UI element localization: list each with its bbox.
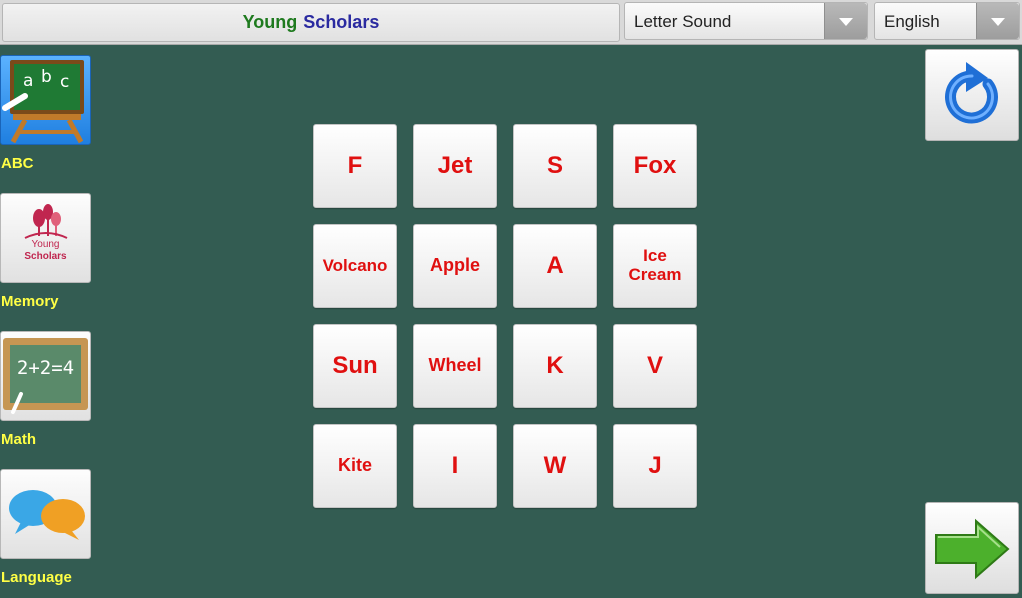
letter-tile[interactable]: I (413, 424, 497, 508)
letter-tile[interactable]: Jet (413, 124, 497, 208)
sidebar-item-label: ABC (1, 155, 34, 172)
top-bar: Young Scholars Letter Sound English (0, 0, 1022, 45)
chalkboard-abc-icon: a b c (2, 60, 84, 144)
logo-text-scholars: Scholars (24, 251, 67, 262)
sidebar-item-label: Language (1, 569, 72, 586)
sidebar-item-label: Math (1, 431, 36, 448)
language-select-value: English (884, 12, 940, 31)
mode-select-value: Letter Sound (634, 12, 732, 31)
app-title-part2: Scholars (303, 12, 380, 32)
letter-tile[interactable]: V (613, 324, 697, 408)
letter-tile[interactable]: A (513, 224, 597, 308)
next-arrow-icon (935, 518, 1010, 580)
speech-bubbles-icon (9, 490, 85, 540)
chevron-down-icon[interactable] (976, 3, 1019, 39)
young-scholars-logo (24, 204, 68, 239)
letter-tile[interactable]: W (513, 424, 597, 508)
svg-text:b: b (41, 67, 52, 87)
sidebar-item-language[interactable] (0, 469, 91, 559)
letter-tile[interactable]: Apple (413, 224, 497, 308)
sidebar-item-abc[interactable]: a b c (0, 55, 91, 145)
chevron-down-icon[interactable] (824, 3, 867, 39)
letter-tile[interactable]: Fox (613, 124, 697, 208)
svg-text:c: c (60, 72, 69, 92)
letter-tile[interactable]: F (313, 124, 397, 208)
sidebar-item-math[interactable]: 2+2=4 (0, 331, 91, 421)
letter-tile[interactable]: Kite (313, 424, 397, 508)
letter-tile[interactable]: S (513, 124, 597, 208)
logo-text-young: Young (31, 239, 60, 250)
next-button[interactable] (925, 502, 1019, 594)
language-select[interactable]: English (874, 2, 1020, 40)
slate-text: 2+2=4 (16, 357, 75, 379)
letter-tile[interactable]: Volcano (313, 224, 397, 308)
app-title: Young Scholars (2, 3, 620, 42)
letter-tile[interactable]: Ice Cream (613, 224, 697, 308)
refresh-button[interactable] (925, 49, 1019, 141)
mode-select[interactable]: Letter Sound (624, 2, 868, 40)
sidebar-item-label: Memory (1, 293, 59, 310)
letter-tile[interactable]: J (613, 424, 697, 508)
svg-text:a: a (23, 71, 33, 91)
letter-tile[interactable]: Wheel (413, 324, 497, 408)
sidebar-item-memory[interactable]: Young Scholars (0, 193, 91, 283)
refresh-icon (945, 62, 998, 124)
letter-tile[interactable]: K (513, 324, 597, 408)
app-title-part1: Young (242, 12, 298, 32)
letter-tile[interactable]: Sun (313, 324, 397, 408)
